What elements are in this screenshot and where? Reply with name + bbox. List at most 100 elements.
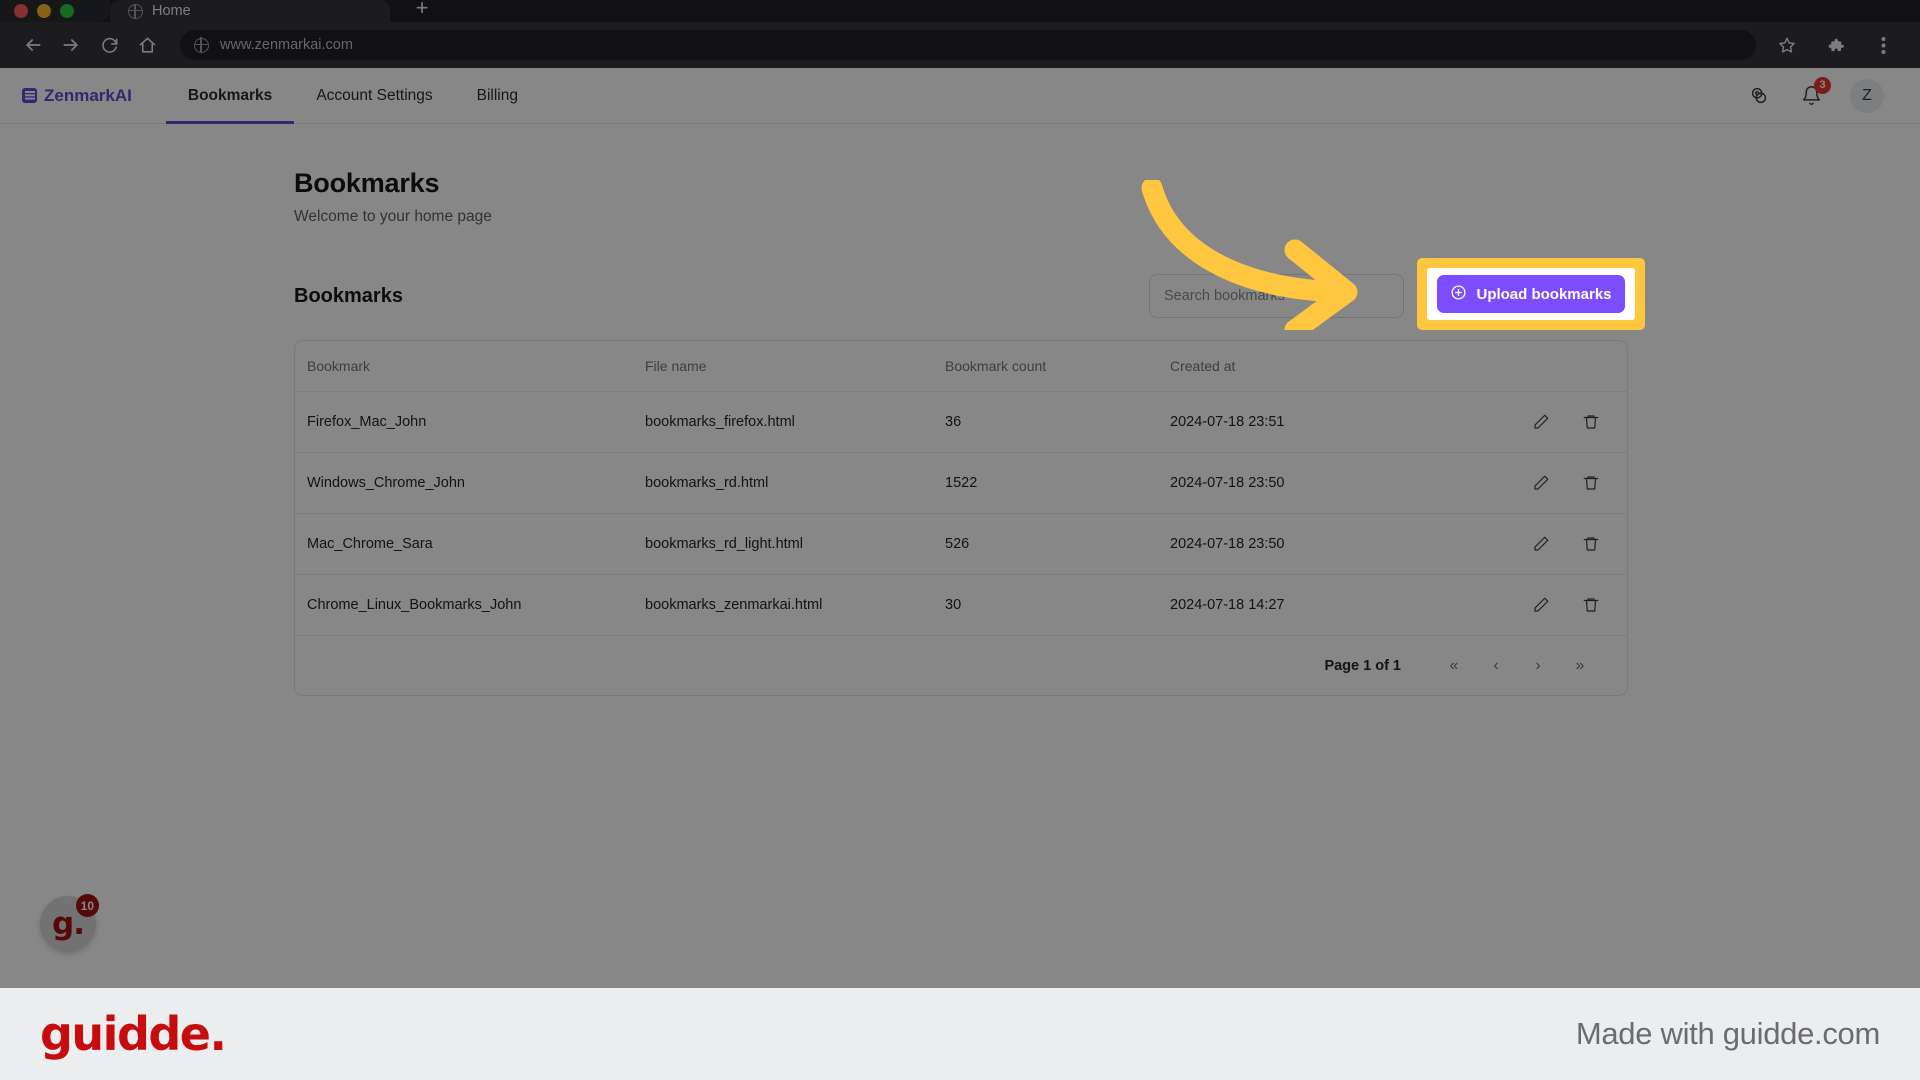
cell-bookmark: Chrome_Linux_Bookmarks_John (295, 574, 645, 635)
new-tab-button[interactable]: + (400, 0, 444, 22)
delete-trash-icon[interactable] (1581, 595, 1601, 615)
maximize-window-icon[interactable] (60, 4, 74, 18)
chrome-menu-icon[interactable] (1866, 28, 1900, 62)
column-header-file-name[interactable]: File name (645, 341, 945, 392)
plus-circle-icon (1450, 284, 1467, 305)
page-subtitle: Welcome to your home page (294, 208, 492, 225)
cell-file-name: bookmarks_zenmarkai.html (645, 574, 945, 635)
pagination-next-button[interactable]: › (1517, 649, 1559, 683)
cell-actions (1497, 452, 1627, 514)
edit-pencil-icon[interactable] (1531, 473, 1551, 493)
made-with-guidde-label: Made with guidde.com (1575, 1016, 1880, 1051)
zenmark-layers-icon (22, 88, 37, 103)
page-title: Bookmarks (294, 168, 440, 198)
avatar[interactable]: Z (1850, 78, 1884, 113)
back-icon[interactable] (16, 28, 50, 62)
table-row[interactable]: Windows_Chrome_John bookmarks_rd.html 15… (295, 452, 1627, 514)
star-icon[interactable] (1770, 28, 1804, 62)
bookmarks-table-container: Bookmark File name Bookmark count Create… (294, 340, 1628, 696)
forward-icon[interactable] (54, 28, 88, 62)
table-row[interactable]: Mac_Chrome_Sara bookmarks_rd_light.html … (295, 513, 1627, 575)
table-body: Firefox_Mac_John bookmarks_firefox.html … (295, 391, 1627, 635)
address-bar-url: www.zenmarkai.com (220, 37, 353, 53)
cell-bookmark: Mac_Chrome_Sara (295, 513, 645, 575)
highlighted-upload-bookmarks-label: Upload bookmarks (1476, 285, 1612, 303)
cell-bookmark-count: 36 (945, 391, 1170, 453)
nav-item-account-settings[interactable]: Account Settings (294, 68, 454, 124)
browser-tabstrip: Home + (0, 0, 1920, 22)
cell-bookmark-count: 526 (945, 513, 1170, 575)
brand-name: ZenmarkAI (44, 85, 132, 105)
cell-created-at: 2024-07-18 23:51 (1170, 391, 1497, 453)
guidde-floating-badge[interactable]: g. 10 (40, 894, 99, 952)
coins-icon[interactable] (1746, 83, 1772, 109)
reload-icon[interactable] (92, 28, 126, 62)
guidde-footer: guidde. Made with guidde.com (0, 988, 1920, 1080)
home-icon[interactable] (130, 28, 164, 62)
page-content: Bookmarks Welcome to your home page Book… (0, 124, 1920, 696)
nav-item-bookmarks-label: Bookmarks (187, 86, 273, 104)
cell-file-name: bookmarks_firefox.html (645, 391, 945, 453)
cell-bookmark: Windows_Chrome_John (295, 452, 645, 514)
callout-arrow-icon (1141, 180, 1358, 330)
browser-tab-title: Home (152, 3, 191, 19)
highlighted-upload-bookmarks-button[interactable]: Upload bookmarks (1437, 275, 1625, 313)
pagination-prev-button[interactable]: ‹ (1475, 649, 1517, 683)
table-row[interactable]: Firefox_Mac_John bookmarks_firefox.html … (295, 391, 1627, 453)
cell-created-at: 2024-07-18 14:27 (1170, 574, 1497, 635)
notification-count-badge: 3 (1814, 76, 1831, 94)
notifications-bell-icon[interactable]: 3 (1798, 76, 1831, 109)
delete-trash-icon[interactable] (1581, 412, 1601, 432)
globe-icon (128, 3, 143, 19)
app-navbar: ZenmarkAI Bookmarks Account Settings Bil… (0, 68, 1920, 124)
cell-created-at: 2024-07-18 23:50 (1170, 452, 1497, 514)
cell-created-at: 2024-07-18 23:50 (1170, 513, 1497, 575)
brand-logo[interactable]: ZenmarkAI (22, 86, 132, 106)
app-nav-links: Bookmarks Account Settings Billing (165, 68, 540, 124)
table-head: Bookmark File name Bookmark count Create… (295, 341, 1627, 392)
screenshot-root: Home + www.zenmarkai.com ZenmarkAI Bookm… (0, 0, 1920, 1080)
nav-item-billing[interactable]: Billing (455, 68, 540, 124)
edit-pencil-icon[interactable] (1531, 412, 1551, 432)
guidde-badge-count: 10 (75, 894, 99, 917)
browser-toolbar: www.zenmarkai.com (0, 22, 1920, 68)
pagination-last-button[interactable]: » (1559, 649, 1601, 683)
browser-tab[interactable]: Home (110, 0, 390, 22)
cell-actions (1497, 391, 1627, 453)
delete-trash-icon[interactable] (1581, 473, 1601, 493)
table-row[interactable]: Chrome_Linux_Bookmarks_John bookmarks_ze… (295, 574, 1627, 635)
nav-item-account-settings-label: Account Settings (316, 86, 433, 104)
cell-bookmark-count: 1522 (945, 452, 1170, 514)
extensions-puzzle-icon[interactable] (1818, 28, 1852, 62)
cell-bookmark: Firefox_Mac_John (295, 391, 645, 453)
cell-actions (1497, 513, 1627, 575)
avatar-initial: Z (1862, 86, 1872, 104)
edit-pencil-icon[interactable] (1531, 595, 1551, 615)
bookmarks-table: Bookmark File name Bookmark count Create… (295, 341, 1627, 635)
guidde-logo: guidde. (40, 1007, 227, 1061)
browser-toolbar-actions (1770, 28, 1904, 62)
browser-chrome: Home + www.zenmarkai.com (0, 0, 1920, 68)
app-page: ZenmarkAI Bookmarks Account Settings Bil… (0, 68, 1920, 988)
nav-item-bookmarks[interactable]: Bookmarks (165, 68, 295, 124)
edit-pencil-icon[interactable] (1531, 534, 1551, 554)
nav-item-billing-label: Billing (476, 86, 518, 104)
column-header-actions (1497, 341, 1627, 392)
close-window-icon[interactable] (14, 4, 28, 18)
window-controls[interactable] (0, 0, 110, 22)
column-header-bookmark-count[interactable]: Bookmark count (945, 341, 1170, 392)
pagination: Page 1 of 1 « ‹ › » (295, 635, 1627, 695)
column-header-created-at[interactable]: Created at (1170, 341, 1497, 392)
section-title: Bookmarks (294, 284, 403, 307)
app-nav-actions: 3 Z (1746, 76, 1898, 113)
delete-trash-icon[interactable] (1581, 534, 1601, 554)
table-header-row: Bookmark File name Bookmark count Create… (295, 341, 1627, 392)
pagination-first-button[interactable]: « (1433, 649, 1475, 683)
cell-file-name: bookmarks_rd_light.html (645, 513, 945, 575)
pagination-label: Page 1 of 1 (1324, 657, 1401, 674)
cell-bookmark-count: 30 (945, 574, 1170, 635)
address-bar[interactable]: www.zenmarkai.com (180, 30, 1756, 60)
column-header-bookmark[interactable]: Bookmark (295, 341, 645, 392)
minimize-window-icon[interactable] (37, 4, 51, 18)
cell-file-name: bookmarks_rd.html (645, 452, 945, 514)
